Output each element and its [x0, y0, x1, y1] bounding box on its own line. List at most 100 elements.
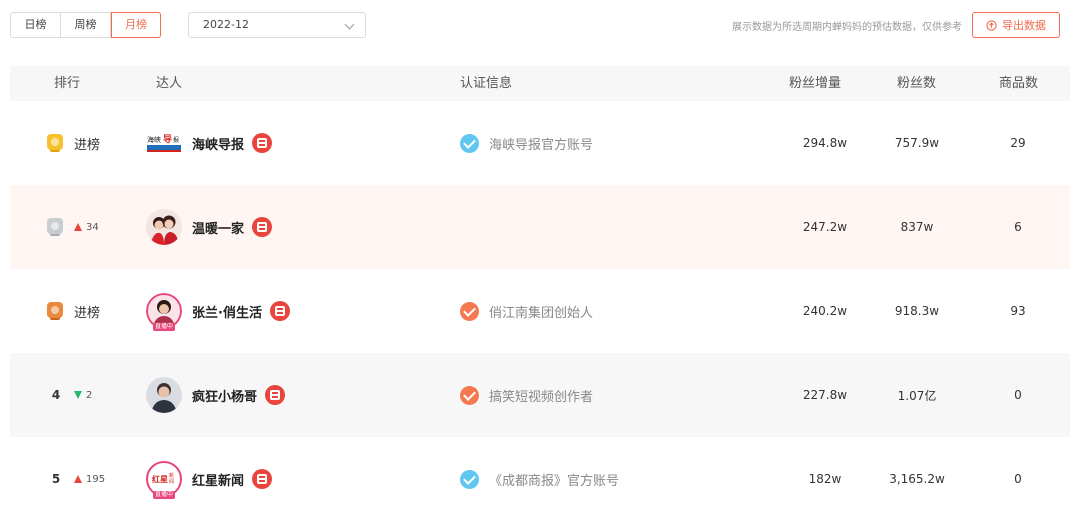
trend-value: 34 — [86, 221, 99, 233]
rank-cell: 进榜 — [46, 269, 100, 353]
month-select-value: 2022-12 — [203, 18, 249, 31]
verify-text: 搞笑短视频创作者 — [489, 389, 594, 405]
verified-blue-icon — [460, 133, 479, 153]
douyin-shop-icon — [252, 133, 273, 153]
chevron-down-icon — [344, 19, 355, 30]
header-verify: 认证信息 — [460, 76, 513, 91]
douyin-shop-icon — [252, 217, 273, 237]
fans-cell: 918.3w — [894, 304, 940, 318]
influencer-name[interactable]: 张兰·俏生活 — [192, 302, 262, 321]
verify-text: 海峡导报官方账号 — [489, 137, 594, 153]
influencer-name[interactable]: 红星新闻 — [192, 470, 244, 489]
silver-medal-icon — [46, 218, 64, 236]
table-row[interactable]: 34 温暖一家 247.2w 837w 6 — [10, 185, 1070, 269]
rank-number: 4 — [51, 388, 61, 402]
goods-cell: 93 — [1010, 304, 1026, 318]
rank-number: 5 — [51, 472, 61, 486]
influencer-name[interactable]: 疯狂小杨哥 — [192, 386, 257, 405]
svg-text:新: 新 — [169, 472, 174, 479]
month-select[interactable]: 2022-12 — [188, 12, 366, 38]
influencer-cell[interactable]: 直播中 张兰·俏生活 — [146, 269, 290, 353]
svg-text:报: 报 — [173, 136, 179, 144]
rank-trend: 34 — [74, 222, 99, 233]
rank-cell: 5 195 — [46, 437, 105, 521]
ranking-table: 排行 达人 认证信息 粉丝增量 粉丝数 商品数 进榜 海峡 导 报 海峡导报 海… — [10, 66, 1070, 521]
goods-cell: 6 — [1014, 220, 1022, 234]
influencer-cell[interactable]: 海峡 导 报 海峡导报 — [146, 101, 273, 185]
influencer-cell[interactable]: 疯狂小杨哥 — [146, 353, 286, 437]
rank-trend: 195 — [74, 474, 105, 485]
verify-cell: 海峡导报官方账号 — [460, 101, 593, 185]
rank-status: 进榜 — [74, 305, 101, 321]
svg-text:导: 导 — [163, 134, 172, 145]
live-tag: 直播中 — [152, 323, 176, 331]
bronze-medal-icon — [46, 302, 64, 320]
influencer-cell[interactable]: 红星 新 闻 直播中 红星新闻 — [146, 437, 273, 521]
rank-down-icon — [74, 391, 82, 399]
table-header: 排行 达人 认证信息 粉丝增量 粉丝数 商品数 — [10, 66, 1070, 101]
gold-medal-icon — [46, 134, 64, 152]
goods-cell: 0 — [1014, 472, 1022, 486]
table-row[interactable]: 5 195 红星 新 闻 直播中 红星新闻 《成都商报》官方账号 182w 3,… — [10, 437, 1070, 521]
avatar: 红星 新 闻 直播中 — [146, 461, 182, 499]
svg-text:闻: 闻 — [169, 478, 174, 485]
rank-cell: 4 2 — [46, 353, 93, 437]
table-row[interactable]: 4 2 疯狂小杨哥 搞笑短视频创作者 227.8w 1.07亿 0 — [10, 353, 1070, 437]
avatar — [146, 209, 182, 245]
trend-value: 2 — [86, 389, 93, 401]
verify-text: 《成都商报》官方账号 — [489, 473, 620, 489]
verify-cell: 俏江南集团创始人 — [460, 269, 593, 353]
rank-up-icon — [74, 223, 82, 231]
export-icon — [986, 19, 997, 31]
header-fan-increase[interactable]: 粉丝增量 — [789, 66, 841, 101]
live-tag: 直播中 — [152, 491, 176, 499]
header-influencer: 达人 — [156, 76, 183, 91]
fan-increase-cell: 182w — [808, 472, 842, 486]
fan-increase-cell: 294.8w — [802, 136, 848, 150]
rank-up-icon — [74, 475, 82, 483]
influencer-name[interactable]: 海峡导报 — [192, 134, 244, 153]
rank-trend: 2 — [74, 390, 92, 401]
douyin-shop-icon — [269, 301, 290, 321]
goods-cell: 29 — [1010, 136, 1026, 150]
verify-cell: 《成都商报》官方账号 — [460, 437, 619, 521]
header-fans[interactable]: 粉丝数 — [897, 66, 936, 101]
svg-text:红星: 红星 — [152, 474, 168, 484]
fans-cell: 837w — [900, 220, 934, 234]
tab-monthly[interactable]: 月榜 — [111, 12, 161, 38]
fans-cell: 3,165.2w — [889, 472, 945, 486]
rank-status: 进榜 — [74, 137, 101, 153]
table-row[interactable]: 进榜 海峡 导 报 海峡导报 海峡导报官方账号 294.8w 757.9w 29 — [10, 101, 1070, 185]
export-button[interactable]: 导出数据 — [972, 12, 1060, 38]
svg-text:海峡: 海峡 — [147, 135, 161, 144]
avatar — [146, 377, 182, 413]
export-label: 导出数据 — [1002, 19, 1046, 32]
trend-value: 195 — [86, 473, 106, 485]
verify-text: 俏江南集团创始人 — [489, 305, 594, 321]
goods-cell: 0 — [1014, 388, 1022, 402]
douyin-shop-icon — [252, 469, 273, 489]
verified-orange-icon — [460, 301, 479, 321]
header-rank: 排行 — [54, 76, 81, 91]
rank-cell: 进榜 — [46, 101, 100, 185]
table-row[interactable]: 进榜 直播中 张兰·俏生活 俏江南集团创始人 240.2w 918.3w 93 — [10, 269, 1070, 353]
avatar: 直播中 — [146, 293, 182, 331]
header-goods[interactable]: 商品数 — [999, 66, 1038, 101]
influencer-name[interactable]: 温暖一家 — [192, 218, 244, 237]
fans-cell: 1.07亿 — [897, 388, 937, 403]
rank-cell: 34 — [46, 185, 99, 269]
fan-increase-cell: 240.2w — [802, 304, 848, 318]
douyin-shop-icon — [265, 385, 286, 405]
verified-orange-icon — [460, 385, 479, 405]
toolbar: 日榜 周榜 月榜 2022-12 展示数据为所选周期内蝉妈妈的预估数据，仅供参考… — [0, 0, 1080, 50]
fan-increase-cell: 247.2w — [802, 220, 848, 234]
haixia-logo: 海峡 导 报 — [146, 132, 182, 154]
fan-increase-cell: 227.8w — [802, 388, 848, 402]
tab-daily[interactable]: 日榜 — [11, 13, 61, 37]
period-tabs: 日榜 周榜 月榜 — [10, 12, 161, 38]
influencer-cell[interactable]: 温暖一家 — [146, 185, 273, 269]
fans-cell: 757.9w — [894, 136, 940, 150]
tab-weekly[interactable]: 周榜 — [61, 13, 111, 37]
data-disclaimer: 展示数据为所选周期内蝉妈妈的预估数据，仅供参考 — [732, 22, 962, 33]
verify-cell: 搞笑短视频创作者 — [460, 353, 593, 437]
